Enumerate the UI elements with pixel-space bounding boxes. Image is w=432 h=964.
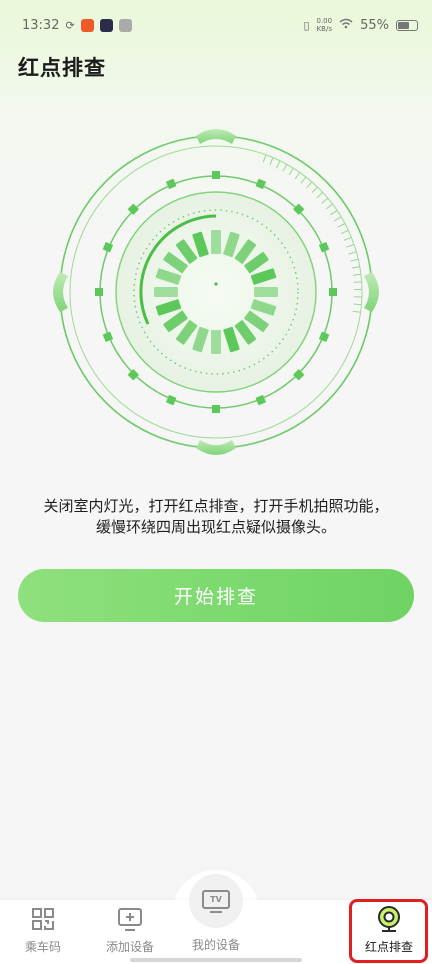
start-scan-button[interactable]: 开始排查 [18, 569, 414, 622]
scanner-bar [211, 330, 221, 354]
wifi-icon [339, 18, 353, 33]
scanner-tick [351, 266, 360, 269]
net-speed-unit: KB/s [316, 25, 332, 33]
scanner-tick [288, 167, 294, 176]
scanner-tick [269, 157, 274, 166]
nav-item-ride-code[interactable]: 乘车码 [0, 904, 86, 955]
scanner-dot [293, 203, 305, 215]
status-bar: 13:32 ⟳ ▯ 0.00 KB/s 55% [0, 0, 432, 50]
scanner-dot [102, 331, 114, 343]
scanner-tick [353, 303, 362, 306]
scanner-tick [325, 203, 333, 210]
nav-item-my-devices[interactable]: 我的设备 [173, 936, 259, 953]
scanner-dot [127, 369, 139, 381]
qr-code-icon [28, 904, 58, 934]
nav-label-ride-code: 乘车码 [24, 940, 61, 954]
scanner-tick [294, 172, 301, 180]
status-left: 13:32 ⟳ [22, 18, 132, 33]
scanner-dot [329, 288, 337, 296]
scanner-dot [165, 178, 177, 190]
scanner-tick [276, 160, 281, 169]
nav-label-my-devices: 我的设备 [191, 938, 240, 952]
scanner-tick [316, 192, 324, 199]
instructions-line-2: 缓慢环绕四周出现红点疑似摄像头。 [95, 518, 336, 536]
scanner-dot [318, 241, 330, 253]
scanner-tick [350, 258, 359, 262]
scanner-dot [95, 288, 103, 296]
scanner-tick [348, 251, 357, 255]
scanner-tick [352, 273, 361, 276]
home-indicator [130, 958, 302, 962]
scanner-tick [343, 236, 352, 241]
scanner-tick [340, 229, 349, 235]
scanner-tick [306, 181, 313, 189]
page-title: 红点排查 [18, 56, 106, 80]
scanner-dot [165, 394, 177, 406]
instructions-line-1: 关闭室内灯光，打开红点排查，打开手机拍照功能， [43, 497, 389, 515]
instructions-text: 关闭室内灯光，打开红点排查，打开手机拍照功能， 缓慢环绕四周出现红点疑似摄像头。 [20, 496, 412, 538]
message-app-icon [118, 18, 132, 32]
scanner-bar [254, 287, 278, 297]
app-notification-icon [80, 18, 94, 32]
vibrate-icon: ▯ [303, 18, 310, 32]
scanner-tick [352, 310, 361, 313]
my-devices-circle[interactable]: TV [189, 874, 243, 928]
scanner-bar [211, 230, 221, 254]
scanner-dot [255, 178, 267, 190]
scanner-tick [311, 186, 318, 194]
scanner-tick [282, 164, 288, 172]
scanner-dot [255, 394, 267, 406]
scanner-dot [102, 241, 114, 253]
scanner-tick [330, 209, 338, 216]
scanner-dot [318, 331, 330, 343]
scanner-dot [293, 369, 305, 381]
video-app-icon [99, 18, 113, 32]
status-right: ▯ 0.00 KB/s 55% [303, 17, 418, 33]
net-speed-value: 0.00 [316, 17, 333, 25]
status-time: 13:32 [22, 17, 60, 33]
scanner-dot [212, 405, 220, 413]
scanner-tick [353, 281, 362, 283]
active-tab-highlight [349, 899, 428, 963]
scanner-tick [321, 197, 329, 204]
battery-icon [396, 19, 418, 31]
scanner-dot [212, 171, 220, 179]
scanner-bar [154, 287, 178, 297]
add-device-icon [115, 904, 145, 934]
sync-icon: ⟳ [65, 18, 75, 32]
scanner-tick [334, 216, 342, 222]
scanner-dot [127, 203, 139, 215]
scanner-tick [262, 154, 267, 163]
tv-icon-text: TV [210, 895, 222, 904]
scanner-tick [337, 223, 346, 228]
scanner-tick [300, 176, 307, 184]
scanner-tick [346, 244, 355, 248]
battery-percent: 55% [360, 17, 389, 33]
nav-item-add-device[interactable]: 添加设备 [87, 904, 173, 955]
nav-label-add-device: 添加设备 [105, 940, 154, 954]
radar-scanner-graphic [53, 129, 379, 455]
net-speed: 0.00 KB/s [317, 17, 333, 33]
